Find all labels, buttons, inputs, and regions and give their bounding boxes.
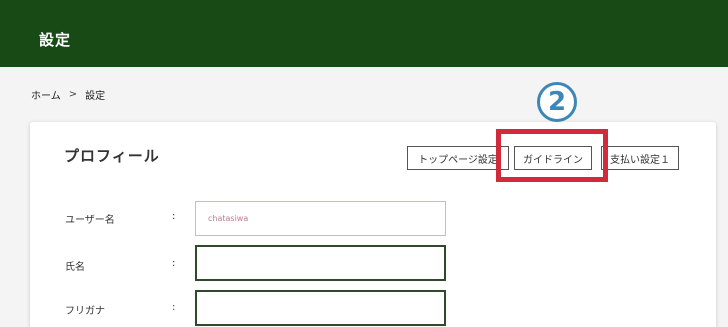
furigana-colon: : [172,302,176,313]
username-colon: : [172,211,176,222]
profile-section-title: プロフィール [64,147,160,165]
top-page-settings-button[interactable]: トップページ設定 [407,146,509,170]
payment-settings-button[interactable]: 支払い設定１ [601,146,679,170]
full-name-colon: : [172,258,176,269]
username-label: ユーザー名 [65,215,115,226]
furigana-field[interactable] [195,290,446,326]
breadcrumb-home-link[interactable]: ホーム [31,87,61,102]
step-number-marker: 2 [537,82,577,122]
breadcrumb-current: 設定 [85,91,106,102]
app-header: 設定 [0,0,728,67]
full-name-field[interactable] [195,245,446,281]
username-field[interactable] [195,201,446,236]
full-name-label: 氏名 [65,262,85,273]
breadcrumb: ホーム > 設定 [31,87,105,102]
furigana-label: フリガナ [65,306,105,317]
breadcrumb-separator: > [68,89,78,100]
guideline-button[interactable]: ガイドライン [514,146,592,170]
page-title: 設定 [39,31,72,49]
